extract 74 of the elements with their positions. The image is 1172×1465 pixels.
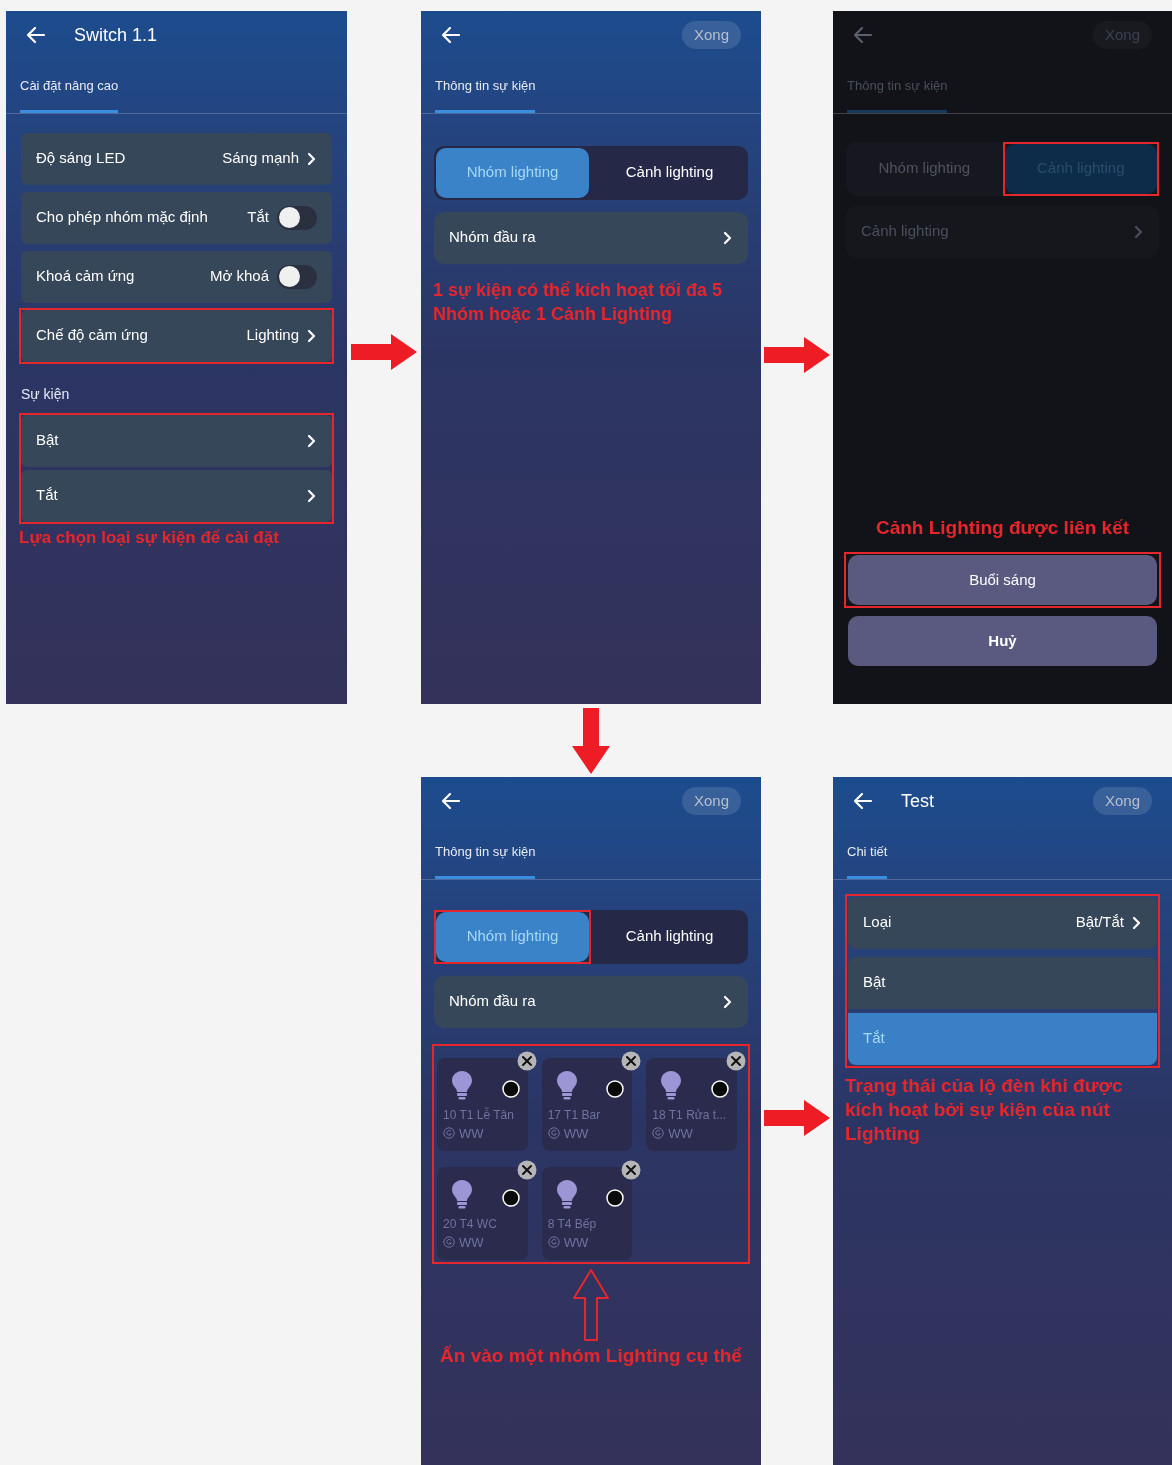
annotation-text: Ấn vào một nhóm Lighting cụ thể: [439, 1343, 743, 1368]
lightbulb-icon: [555, 1069, 578, 1100]
chevron-right-icon: [1134, 224, 1144, 239]
settings-row[interactable]: Độ sáng LED Sáng mạnh: [21, 132, 332, 185]
annotation-text: 1 sự kiện có thể kích hoạt tối đa 5 Nhóm hoặc 1 Cảnh Lighting: [432, 278, 724, 326]
chevron-right-icon: [1132, 915, 1142, 930]
annotation-text: Lựa chọn loại sự kiện để cài đặt: [19, 526, 280, 549]
lightbulb-icon: [660, 1069, 683, 1100]
group-type: WW: [459, 1124, 484, 1143]
radio-icon[interactable]: [501, 1079, 520, 1098]
remove-icon[interactable]: [516, 1159, 537, 1180]
right-arrow-icon: [764, 337, 830, 373]
group-name: 20 T4 WC: [443, 1215, 498, 1233]
toggle-switch[interactable]: [277, 264, 317, 289]
tab[interactable]: Thông tin sự kiện: [435, 76, 536, 113]
annotation-text: Trạng thái của lộ đèn khi được kích hoạt bởi sự kiện của nút Lighting: [845, 1073, 1124, 1146]
remove-icon[interactable]: [726, 1050, 746, 1071]
segment-tab[interactable]: Cảnh lighting: [593, 147, 746, 198]
annotation-text: Cảnh Lighting được liên kết: [874, 516, 1131, 540]
right-arrow-icon: [764, 1100, 830, 1136]
scene-option-button[interactable]: Buổi sáng: [848, 555, 1157, 605]
event-row[interactable]: Tắt: [21, 469, 332, 522]
lightbulb-icon: [555, 1178, 578, 1209]
tab[interactable]: Thông tin sự kiện: [435, 842, 536, 879]
remove-icon[interactable]: [516, 1050, 537, 1071]
radio-icon[interactable]: [606, 1079, 625, 1098]
screen-title: Switch 1.1: [74, 23, 158, 47]
group-g-icon: [547, 1127, 560, 1140]
remove-icon[interactable]: [621, 1050, 642, 1071]
list-row[interactable]: Nhóm đầu ra: [434, 975, 748, 1028]
up-arrow-icon: [572, 1267, 610, 1342]
lightbulb-icon: [451, 1069, 473, 1100]
screen-title: Test: [901, 789, 934, 813]
group-type: WW: [459, 1233, 484, 1252]
group-g-icon: [652, 1127, 665, 1140]
tab[interactable]: Chi tiết: [847, 842, 888, 879]
group-g-icon: [443, 1127, 455, 1140]
toggle-switch[interactable]: [277, 205, 317, 230]
group-type: WW: [563, 1233, 589, 1252]
section-title: Sự kiện: [20, 384, 71, 404]
settings-row[interactable]: Chế độ cảm ứng Lighting: [21, 309, 332, 362]
chevron-right-icon: [307, 328, 317, 343]
chevron-right-icon: [307, 151, 317, 166]
lightbulb-icon: [451, 1178, 473, 1209]
radio-icon[interactable]: [711, 1079, 729, 1098]
chevron-right-icon: [307, 433, 317, 448]
down-arrow-icon: [572, 708, 610, 774]
tab[interactable]: Cài đặt nâng cao: [20, 76, 119, 113]
done-button[interactable]: Xong: [681, 20, 741, 50]
chevron-right-icon: [723, 994, 733, 1009]
group-type: WW: [563, 1124, 589, 1143]
settings-row[interactable]: Khoá cảm ứng Mở khoá: [21, 250, 332, 303]
radio-icon[interactable]: [501, 1188, 520, 1207]
group-g-icon: [547, 1236, 560, 1249]
cancel-button[interactable]: Huỷ: [848, 616, 1157, 666]
group-name: 18 T1 Rửa t...: [652, 1106, 728, 1124]
group-name: 10 T1 Lễ Tân: [443, 1106, 515, 1124]
event-row[interactable]: Bật: [21, 414, 332, 467]
group-type: WW: [668, 1124, 693, 1143]
type-row[interactable]: Loại Bật/Tắt: [848, 896, 1157, 949]
chevron-right-icon: [723, 230, 733, 245]
remove-icon[interactable]: [621, 1159, 642, 1180]
settings-row[interactable]: Cho phép nhóm mặc định Tắt: [21, 191, 332, 244]
state-option[interactable]: Bật: [848, 956, 1157, 1009]
list-row[interactable]: Nhóm đầu ra: [434, 211, 748, 264]
group-name: 17 T1 Bar: [547, 1106, 602, 1124]
chevron-right-icon: [307, 488, 317, 503]
done-button[interactable]: Xong: [1092, 786, 1152, 816]
done-button[interactable]: Xong: [681, 786, 741, 816]
group-name: 8 T4 Bếp: [547, 1215, 598, 1233]
segment-tab[interactable]: Cảnh lighting: [593, 911, 746, 962]
radio-icon[interactable]: [606, 1188, 625, 1207]
right-arrow-icon: [351, 334, 417, 370]
group-g-icon: [443, 1236, 455, 1249]
